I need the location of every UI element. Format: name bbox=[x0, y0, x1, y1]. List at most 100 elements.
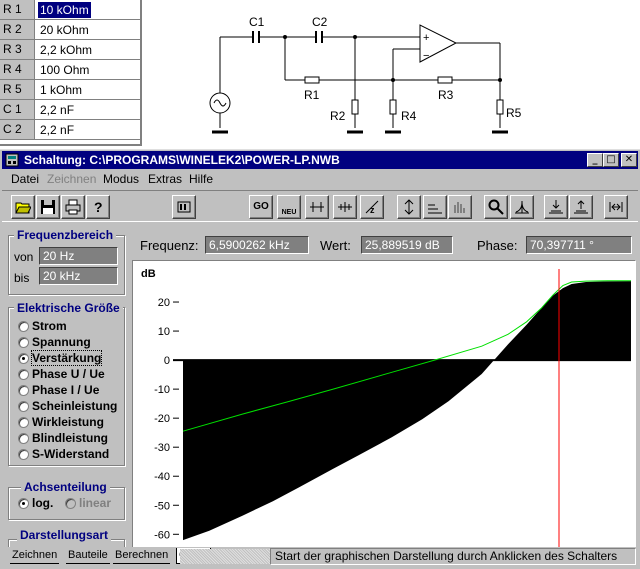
component-row[interactable]: R 4 100 Ohm bbox=[0, 60, 140, 80]
spectrum-icon bbox=[454, 202, 465, 213]
gain-area bbox=[183, 281, 631, 541]
y-tick-label: -20 bbox=[154, 413, 170, 425]
window-titlebar[interactable]: Schaltung: C:\PROGRAMS\WINELEK2\POWER-LP… bbox=[2, 151, 638, 169]
bar-end-icon bbox=[609, 202, 623, 212]
component-name: C 2 bbox=[0, 120, 35, 139]
component-value[interactable]: 2,2 nF bbox=[38, 102, 76, 118]
tab-bauteile[interactable]: Bauteile bbox=[66, 548, 110, 564]
menu-modus[interactable]: Modus bbox=[103, 172, 139, 186]
zoom-button[interactable] bbox=[484, 195, 508, 219]
label-r1: R1 bbox=[304, 88, 320, 102]
sweep-alt-icon bbox=[338, 202, 352, 212]
menu-extras[interactable]: Extras bbox=[148, 172, 182, 186]
quantity-option-label: Verstärkung bbox=[30, 350, 103, 366]
y-tick-label: -40 bbox=[154, 471, 170, 483]
new-button[interactable]: NEU bbox=[277, 195, 301, 219]
sweep-button[interactable] bbox=[305, 195, 329, 219]
help-button[interactable]: ? bbox=[86, 195, 110, 219]
scale-button[interactable] bbox=[397, 195, 421, 219]
component-icon bbox=[177, 201, 191, 213]
from-label: von bbox=[14, 250, 34, 264]
impedance-icon: z bbox=[365, 200, 379, 215]
save-button[interactable] bbox=[36, 195, 60, 219]
close-icon: ✕ bbox=[624, 154, 634, 165]
spectrum-button[interactable] bbox=[448, 195, 472, 219]
component-row[interactable]: R 2 20 kOhm bbox=[0, 20, 140, 40]
circuit-schematic: C1 C2 R1 R2 R3 R4 R5 + − bbox=[209, 15, 522, 134]
phase-value: 70,397711 ° bbox=[526, 236, 632, 254]
component-value[interactable]: 1 kOhm bbox=[38, 82, 84, 98]
from-frequency-field[interactable]: 20 Hz bbox=[39, 247, 118, 265]
component-row[interactable]: C 2 2,2 nF bbox=[0, 120, 140, 140]
app-root: R 1 10 kOhm R 2 20 kOhm R 3 2,2 kOhm R 4 100 Oh… bbox=[0, 0, 640, 569]
label-r4: R4 bbox=[401, 109, 417, 123]
component-name: R 4 bbox=[0, 60, 35, 79]
cursor-up-button[interactable] bbox=[569, 195, 593, 219]
electrical-quantity-title: Elektrische Größe bbox=[14, 301, 123, 315]
readout-bar: Frequenz: 6,5900262 kHz Wert: 25,889519 … bbox=[132, 233, 636, 259]
maximize-icon: □ bbox=[606, 154, 616, 165]
component-value[interactable]: 2,2 kOhm bbox=[38, 42, 94, 58]
menu-datei[interactable]: Datei bbox=[11, 172, 39, 186]
sweep-icon bbox=[310, 202, 324, 212]
radio-indicator bbox=[18, 353, 29, 364]
component-row[interactable]: R 3 2,2 kOhm bbox=[0, 40, 140, 60]
y-tick-label: 10 bbox=[158, 326, 170, 338]
gain-chart[interactable]: dB 20 10 0 -10 -20 -30 -40 -50 -60 bbox=[133, 261, 635, 547]
minimize-icon: _ bbox=[592, 154, 598, 165]
component-row[interactable]: C 1 2,2 nF bbox=[0, 100, 140, 120]
bode-icon bbox=[515, 201, 529, 214]
component-value[interactable]: 10 kOhm bbox=[38, 2, 91, 18]
impedance-button[interactable]: z bbox=[360, 195, 384, 219]
component-value[interactable]: 2,2 nF bbox=[38, 122, 76, 138]
label-r3: R3 bbox=[438, 88, 454, 102]
go-button[interactable]: GO bbox=[249, 195, 273, 219]
open-button[interactable] bbox=[11, 195, 35, 219]
maximize-button[interactable]: □ bbox=[603, 153, 619, 167]
minimize-button[interactable]: _ bbox=[587, 153, 603, 167]
label-c2: C2 bbox=[312, 15, 328, 29]
frequency-value: 6,5900262 kHz bbox=[205, 236, 309, 254]
open-folder-icon bbox=[15, 202, 31, 214]
menu-zeichnen[interactable]: Zeichnen bbox=[47, 172, 96, 186]
label-r5: R5 bbox=[506, 106, 522, 120]
radio-linear-indicator bbox=[65, 498, 76, 509]
scale-icon bbox=[404, 199, 414, 215]
frequency-range-group bbox=[8, 235, 125, 295]
sweep-alt-button[interactable] bbox=[333, 195, 357, 219]
close-button[interactable]: ✕ bbox=[621, 153, 637, 167]
y-tick-label: 20 bbox=[158, 297, 170, 309]
quantity-option-label: S-Widerstand bbox=[32, 447, 110, 461]
status-bar: Start der graphischen Darstellung durch … bbox=[270, 548, 636, 565]
component-row[interactable]: R 51 kOhm bbox=[0, 80, 140, 100]
tab-zeichnen[interactable]: Zeichnen bbox=[10, 548, 60, 564]
go-icon: GO bbox=[253, 201, 269, 212]
quantity-option-label: Blindleistung bbox=[32, 431, 108, 445]
bar-end-button[interactable] bbox=[604, 195, 628, 219]
svg-text:z: z bbox=[370, 205, 375, 215]
bode-button[interactable] bbox=[510, 195, 534, 219]
menu-hilfe[interactable]: Hilfe bbox=[189, 172, 213, 186]
component-value[interactable]: 100 Ohm bbox=[38, 62, 91, 78]
radio-indicator bbox=[18, 385, 29, 396]
component-row[interactable]: R 1 10 kOhm bbox=[0, 0, 140, 20]
frequency-range-title: Frequenzbereich bbox=[14, 228, 117, 242]
plot-area[interactable]: dB 20 10 0 -10 -20 -30 -40 -50 -60 bbox=[132, 260, 636, 548]
to-frequency-field[interactable]: 20 kHz bbox=[39, 267, 118, 285]
radio-indicator bbox=[18, 321, 29, 332]
tab-berechnen[interactable]: Berechnen bbox=[113, 548, 171, 564]
component-name: C 1 bbox=[0, 100, 35, 119]
radio-indicator bbox=[18, 369, 29, 380]
quantity-option-label: Strom bbox=[32, 319, 67, 333]
filter-button[interactable] bbox=[423, 195, 447, 219]
y-tick-label: -50 bbox=[154, 500, 170, 512]
component-value[interactable]: 20 kOhm bbox=[38, 22, 91, 38]
print-button[interactable] bbox=[61, 195, 85, 219]
cursor-down-button[interactable] bbox=[544, 195, 568, 219]
window-title: Schaltung: C:\PROGRAMS\WINELEK2\POWER-LP… bbox=[24, 153, 340, 167]
radio-log-indicator bbox=[18, 498, 29, 509]
label-r2: R2 bbox=[330, 109, 346, 123]
cursor-down-icon bbox=[549, 200, 563, 214]
quantity-option-label: Spannung bbox=[32, 335, 91, 349]
component-button[interactable] bbox=[172, 195, 196, 219]
